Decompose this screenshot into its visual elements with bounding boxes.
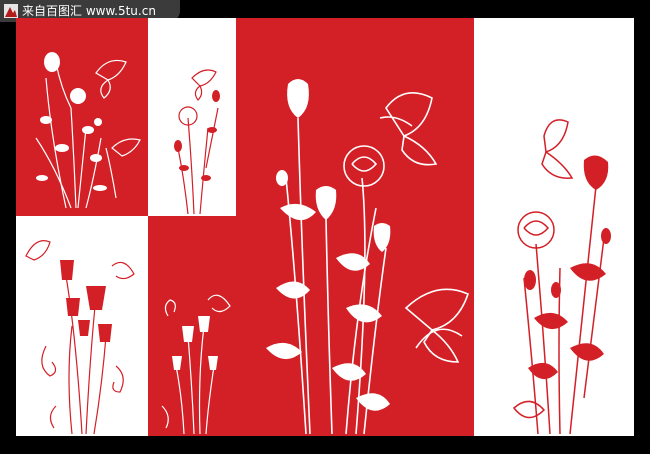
panel-roses-center-large (236, 18, 474, 436)
panel-rose-bouquet-top-middle (148, 18, 236, 216)
rose-butterfly-illustration-red (512, 119, 611, 435)
rose-bouquet-illustration (35, 52, 141, 209)
panel-tulips-bottom-left (16, 216, 148, 436)
rose-bouquet-illustration-red (174, 69, 220, 215)
panel-tulips-bottom-middle (148, 216, 236, 436)
site-logo-icon (4, 4, 18, 18)
tulip-swirls-illustration (161, 294, 231, 435)
panel-rose-bouquet-top-left (16, 18, 148, 216)
panel-rose-right (474, 18, 634, 436)
tulip-swirls-illustration-red (25, 240, 135, 435)
roses-butterflies-illustration (266, 79, 469, 435)
